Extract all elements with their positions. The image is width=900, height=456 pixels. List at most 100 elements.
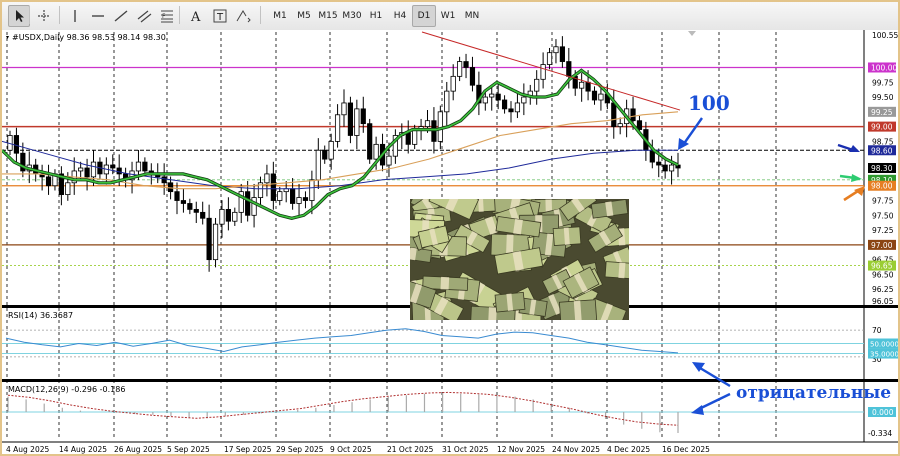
candle-body <box>219 208 225 225</box>
time-axis-label: 29 Sep 2025 <box>276 445 324 454</box>
text-tool-button[interactable]: A <box>184 5 206 27</box>
candle-body <box>187 203 193 210</box>
candle-body <box>78 167 84 172</box>
candle-body <box>405 132 411 145</box>
price-tick-label: 100.55 <box>872 31 898 40</box>
candle-body <box>315 149 321 181</box>
shapes-icon <box>236 10 251 23</box>
candle-body <box>193 208 199 213</box>
price-level-label: 98.00 <box>871 182 893 191</box>
candle-body <box>161 176 167 184</box>
price-level-label: 96.65 <box>871 262 893 271</box>
trading-platform-window: F A T M1 M5 M15 M30 H1 H4 D1 W1 MN #USDX,Daily 98.… <box>0 0 900 456</box>
candle-body <box>508 108 514 113</box>
timeframe-m5[interactable]: M5 <box>292 5 316 27</box>
timeframe-d1[interactable]: D1 <box>412 5 436 27</box>
horizontal-line-tool-button[interactable] <box>87 5 109 27</box>
rsi-level-label: 35.0000 <box>870 351 898 359</box>
price-tick-label: 96.05 <box>872 297 894 306</box>
candle-body <box>437 111 443 142</box>
time-axis-label: 4 Dec 2025 <box>607 445 650 454</box>
candle-body <box>424 120 431 128</box>
candle-body <box>630 108 636 122</box>
vertical-line-tool-button[interactable] <box>64 5 86 27</box>
timeframe-h1[interactable]: H1 <box>364 5 388 27</box>
chart-symbol-header: #USDX,Daily 98.36 98.53 98.14 98.30 <box>12 33 166 42</box>
time-axis-label: 12 Nov 2025 <box>497 445 545 454</box>
price-level-label: 100.00 <box>871 63 897 72</box>
time-axis-label: 16 Dec 2025 <box>662 445 710 454</box>
timeframe-m15[interactable]: M15 <box>316 5 340 27</box>
timeframe-mn[interactable]: MN <box>460 5 484 27</box>
channel-tool-button[interactable] <box>133 5 155 27</box>
timeframe-h4[interactable]: H4 <box>388 5 412 27</box>
time-axis-label: 26 Aug 2025 <box>114 445 162 454</box>
toolbar-separator <box>29 6 30 24</box>
candle-body <box>65 182 71 196</box>
candle-body <box>90 161 97 178</box>
candle-body <box>598 93 604 101</box>
timeframe-m30[interactable]: M30 <box>340 5 364 27</box>
cursor-tool-button[interactable] <box>8 5 30 27</box>
time-axis-label: 31 Oct 2025 <box>442 445 489 454</box>
candle-body <box>302 197 309 201</box>
candle-body <box>534 78 540 92</box>
candle-body <box>463 61 469 68</box>
text-label-tool-button[interactable]: T <box>209 5 231 27</box>
candle-body <box>232 211 238 222</box>
candle-body <box>482 96 488 104</box>
fibonacci-tool-button[interactable]: F <box>156 5 178 27</box>
price-tick-label: 97.25 <box>872 226 894 235</box>
time-axis-label: 21 Oct 2025 <box>387 445 434 454</box>
annotation-100: 100 <box>688 91 730 115</box>
candle-body <box>347 102 354 136</box>
price-level-label: 98.60 <box>871 146 893 155</box>
annotation-negative: отрицательные <box>736 383 891 403</box>
candle-body <box>180 200 187 204</box>
timeframe-w1[interactable]: W1 <box>436 5 460 27</box>
panel-separator <box>2 379 898 382</box>
rsi-tick-label: 70 <box>872 326 882 335</box>
candle-body <box>579 81 585 89</box>
price-tick-label: 96.50 <box>872 270 894 279</box>
candle-body <box>386 155 392 166</box>
price-tick-label: 97.75 <box>872 197 894 206</box>
crosshair-tool-button[interactable] <box>33 5 55 27</box>
price-tick-label: 99.75 <box>872 78 894 87</box>
fibonacci-icon: F <box>161 10 173 23</box>
horizontal-line-icon <box>92 15 104 17</box>
price-tick-label: 97.50 <box>872 211 894 220</box>
candle-body <box>611 102 617 128</box>
time-axis-label: 5 Sep 2025 <box>167 445 210 454</box>
shapes-tool-button[interactable] <box>232 5 254 27</box>
macd-title: MACD(12,26,9) -0.296 -0.186 <box>8 385 125 394</box>
candle-body <box>13 135 20 154</box>
candle-body <box>514 102 521 113</box>
price-tick-label: 99.50 <box>872 93 894 102</box>
svg-text:T: T <box>216 12 224 23</box>
trendline-tool-button[interactable] <box>110 5 132 27</box>
candle-body <box>367 123 373 160</box>
candle-body <box>540 64 546 80</box>
candle-body <box>341 102 347 116</box>
timeframe-m1[interactable]: M1 <box>268 5 292 27</box>
candle-body <box>501 99 508 110</box>
candle-body <box>206 217 212 261</box>
price-level-label: 97.00 <box>871 241 893 250</box>
candle-body <box>45 176 52 187</box>
macd-tick-label: -0.334 <box>868 429 892 438</box>
time-axis-label: 24 Nov 2025 <box>552 445 600 454</box>
candle-body <box>450 75 456 92</box>
candle-body <box>142 161 148 172</box>
svg-text:A: A <box>190 10 201 25</box>
candle-body <box>334 114 341 142</box>
candle-body <box>270 173 276 201</box>
time-axis-label: 14 Aug 2025 <box>59 445 107 454</box>
candle-body <box>495 93 501 101</box>
candle-body <box>373 143 379 160</box>
candle-body <box>135 161 142 172</box>
toolbar: F A T M1 M5 M15 M30 H1 H4 D1 W1 MN <box>2 2 898 31</box>
candle-body <box>212 223 219 261</box>
channel-icon <box>137 10 152 23</box>
candle-body <box>290 188 296 204</box>
